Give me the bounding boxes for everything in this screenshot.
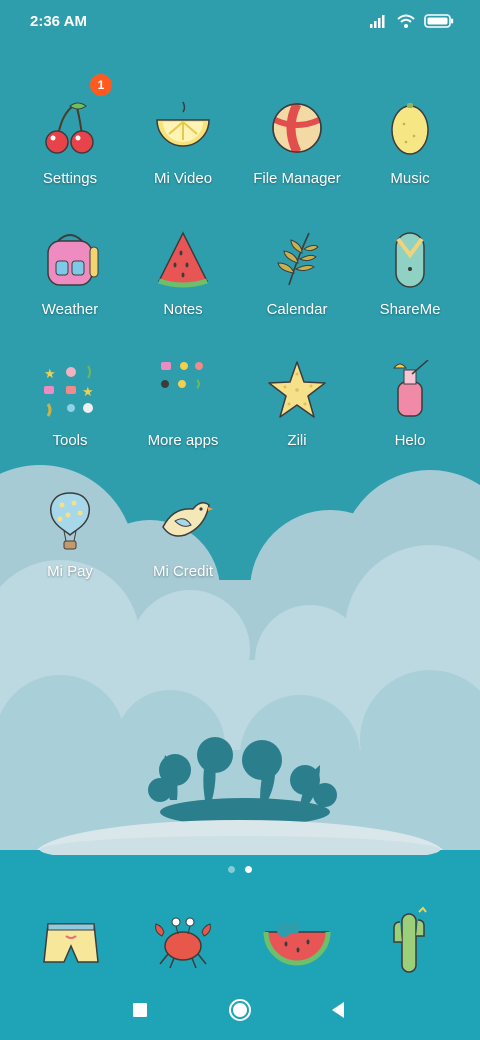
app-weather[interactable]: Weather (10, 227, 130, 347)
lemon-icon (391, 103, 429, 155)
status-time: 2:36 AM (30, 13, 87, 30)
app-music[interactable]: Music (350, 96, 470, 216)
home-circle-icon (229, 999, 251, 1021)
app-label: Settings (42, 170, 98, 187)
status-icons (370, 13, 454, 29)
app-label: Music (390, 170, 430, 187)
notification-badge: 1 (90, 74, 112, 96)
app-label: Zili (287, 432, 307, 449)
status-bar: 2:36 AM (0, 0, 480, 44)
folder-tools-icon: ★ ★ (44, 365, 94, 417)
app-label: Helo (394, 432, 426, 449)
app-mi-pay[interactable]: Mi Pay (10, 489, 130, 609)
app-label: ShareMe (379, 301, 441, 318)
svg-text:★: ★ (82, 384, 94, 399)
crab-icon (155, 917, 211, 969)
lemon-slice-icon (156, 101, 210, 147)
battery-icon (424, 14, 454, 28)
app-mi-credit[interactable]: Mi Credit (123, 489, 243, 609)
app-mi-video[interactable]: Mi Video (123, 96, 243, 216)
app-label: More apps (147, 432, 219, 449)
recents-square-icon (133, 1003, 147, 1017)
folder-more-apps-icon (161, 362, 203, 389)
app-label: Weather (41, 301, 99, 318)
folder-tools[interactable]: ★ ★ Tools (10, 358, 130, 478)
bird-icon (162, 502, 213, 537)
app-label: Tools (52, 432, 88, 449)
app-settings[interactable]: 1 Settings (10, 74, 130, 216)
app-label: File Manager (253, 170, 341, 187)
shorts-icon (43, 923, 99, 963)
home-screen: 2:36 AM 1 Settings Mi Video File Manager… (0, 0, 480, 1040)
page-indicator (0, 866, 480, 876)
dock-app-4[interactable] (374, 906, 444, 976)
wifi-icon (397, 14, 415, 28)
app-helo[interactable]: Helo (350, 358, 470, 478)
cactus-icon (393, 906, 427, 973)
app-label: Mi Pay (47, 563, 93, 580)
app-file-manager[interactable]: File Manager (237, 96, 357, 216)
app-calendar[interactable]: Calendar (237, 227, 357, 347)
bitten-watermelon-icon (263, 922, 331, 966)
app-zili[interactable]: Zili (237, 358, 357, 478)
signal-icon (370, 15, 385, 28)
leaf-icon (277, 232, 319, 286)
beach-ball-icon (272, 101, 322, 155)
back-triangle-icon (332, 1002, 344, 1018)
dock-app-2[interactable] (148, 906, 218, 976)
hot-air-balloon-icon (50, 492, 90, 550)
flip-flop-icon (395, 232, 425, 288)
backpack-icon (47, 234, 99, 286)
app-label: Notes (163, 301, 203, 318)
cherries-icon (45, 102, 94, 154)
navigation-bar (0, 980, 480, 1040)
app-label: Mi Video (153, 170, 213, 187)
app-shareme[interactable]: ShareMe (350, 227, 470, 347)
home-button[interactable] (222, 992, 258, 1028)
watermelon-slice-icon (157, 231, 209, 288)
dock-app-1[interactable] (36, 906, 106, 976)
svg-text:★: ★ (44, 366, 56, 381)
app-label: Calendar (266, 301, 328, 318)
starfish-icon (268, 361, 326, 418)
page-dot-active[interactable] (245, 866, 252, 873)
app-label: Mi Credit (152, 563, 213, 580)
cocktail-bottle-icon (392, 360, 429, 417)
app-notes[interactable]: Notes (123, 227, 243, 347)
back-button[interactable] (320, 992, 356, 1028)
folder-more-apps[interactable]: More apps (123, 358, 243, 478)
dock-app-3[interactable] (262, 906, 332, 976)
recents-button[interactable] (122, 992, 158, 1028)
page-dot[interactable] (228, 866, 235, 873)
